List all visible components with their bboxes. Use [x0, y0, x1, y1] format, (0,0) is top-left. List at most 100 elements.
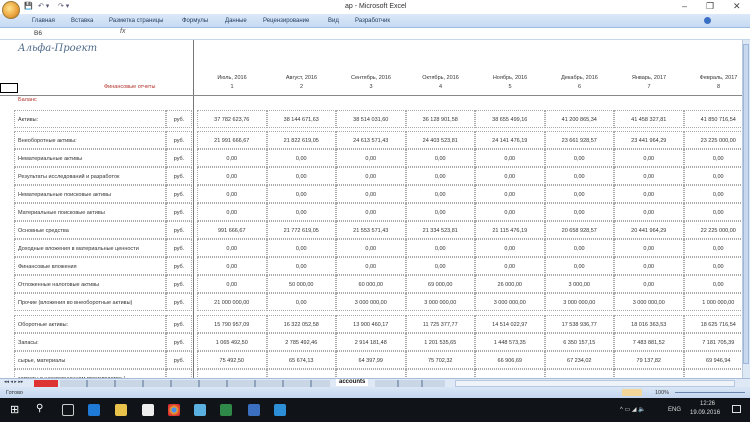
value-cell[interactable]: 0,00: [266, 239, 336, 257]
value-cell[interactable]: 38 514 031,60: [336, 110, 406, 128]
value-cell[interactable]: 0,00: [475, 257, 545, 275]
value-cell[interactable]: 0,00: [475, 167, 545, 185]
value-cell[interactable]: 2 785 492,46: [266, 333, 336, 351]
store-icon[interactable]: [142, 404, 154, 416]
row-label[interactable]: Отложенные налоговые активы: [14, 275, 166, 293]
value-cell[interactable]: 23 225 000,00: [683, 131, 742, 149]
save-icon[interactable]: 💾: [24, 2, 33, 10]
row-unit[interactable]: руб.: [166, 131, 192, 149]
excel-icon[interactable]: [220, 404, 232, 416]
formula-input[interactable]: [135, 29, 735, 39]
value-cell[interactable]: 24 141 476,19: [475, 131, 545, 149]
value-cell[interactable]: [197, 369, 267, 378]
row-label[interactable]: Внеоборотные активы:: [14, 131, 166, 149]
row-unit[interactable]: руб.: [166, 275, 192, 293]
tab-home[interactable]: Главная: [32, 18, 55, 24]
value-cell[interactable]: 3 000,00: [544, 275, 614, 293]
close-button[interactable]: ✕: [733, 1, 741, 12]
value-cell[interactable]: 1 065 492,50: [197, 333, 267, 351]
restore-button[interactable]: ❐: [706, 1, 714, 12]
value-cell[interactable]: 1 000 000,00: [683, 293, 742, 311]
row-unit[interactable]: руб.: [166, 333, 192, 351]
value-cell[interactable]: 3 000 000,00: [475, 293, 545, 311]
value-cell[interactable]: 20 658 928,57: [544, 221, 614, 239]
value-cell[interactable]: 41 458 327,81: [614, 110, 684, 128]
value-cell[interactable]: 0,00: [614, 203, 684, 221]
value-cell[interactable]: 21 553 571,43: [336, 221, 406, 239]
tab-data[interactable]: Данные: [225, 18, 247, 24]
value-cell[interactable]: 0,00: [336, 203, 406, 221]
value-cell[interactable]: 21 991 666,67: [197, 131, 267, 149]
zoom-slider[interactable]: [675, 392, 745, 393]
redo-icon[interactable]: ↷ ▾: [58, 2, 69, 10]
row-unit[interactable]: руб.: [166, 293, 192, 311]
clock-date[interactable]: 19.09.2016: [690, 410, 720, 416]
row-label[interactable]: Прочие (вложения во внеоборотные активы): [14, 293, 166, 311]
value-cell[interactable]: 15 790 957,09: [197, 315, 267, 333]
value-cell[interactable]: 3 000 000,00: [336, 293, 406, 311]
value-cell[interactable]: 0,00: [683, 239, 742, 257]
value-cell[interactable]: 75 702,32: [405, 351, 475, 369]
value-cell[interactable]: 37 782 623,76: [197, 110, 267, 128]
zoom-level[interactable]: 100%: [655, 390, 669, 396]
value-cell[interactable]: 0,00: [475, 239, 545, 257]
value-cell[interactable]: 64 397,99: [336, 351, 406, 369]
value-cell[interactable]: 0,00: [683, 167, 742, 185]
tab-review[interactable]: Рецензирование: [263, 18, 309, 24]
value-cell[interactable]: 0,00: [405, 257, 475, 275]
value-cell[interactable]: [614, 369, 684, 378]
chrome-icon[interactable]: [168, 404, 180, 416]
value-cell[interactable]: 23 441 964,29: [614, 131, 684, 149]
value-cell[interactable]: 0,00: [614, 149, 684, 167]
value-cell[interactable]: 26 000,00: [475, 275, 545, 293]
value-cell[interactable]: 7 181 705,39: [683, 333, 742, 351]
value-cell[interactable]: 38 144 671,63: [266, 110, 336, 128]
value-cell[interactable]: 3 000 000,00: [614, 293, 684, 311]
value-cell[interactable]: 0,00: [544, 257, 614, 275]
row-label[interactable]: Оборотные активы:: [14, 315, 166, 333]
row-label[interactable]: Нематериальные поисковые активы: [14, 185, 166, 203]
row-unit[interactable]: [166, 369, 192, 378]
selected-cell[interactable]: [0, 83, 18, 93]
value-cell[interactable]: 24 613 571,43: [336, 131, 406, 149]
edge-icon[interactable]: [88, 404, 100, 416]
value-cell[interactable]: 1 448 573,35: [475, 333, 545, 351]
scrollbar-thumb[interactable]: [743, 44, 749, 364]
value-cell[interactable]: 21 334 523,81: [405, 221, 475, 239]
value-cell[interactable]: 0,00: [336, 149, 406, 167]
value-cell[interactable]: 18 016 363,53: [614, 315, 684, 333]
value-cell[interactable]: 0,00: [197, 257, 267, 275]
value-cell[interactable]: 0,00: [197, 203, 267, 221]
value-cell[interactable]: 17 538 936,77: [544, 315, 614, 333]
language-indicator[interactable]: ENG: [668, 407, 681, 413]
row-unit[interactable]: руб.: [166, 203, 192, 221]
row-label[interactable]: сырье, материалы: [14, 351, 166, 369]
tab-nav-arrows-icon[interactable]: ◂◂ ◂ ▸ ▸▸: [4, 379, 23, 385]
row-label[interactable]: Материальные поисковые активы: [14, 203, 166, 221]
value-cell[interactable]: 0,00: [197, 167, 267, 185]
value-cell[interactable]: 0,00: [475, 185, 545, 203]
value-cell[interactable]: 18 625 716,54: [683, 315, 742, 333]
sheet-tab[interactable]: [34, 380, 58, 387]
value-cell[interactable]: [683, 369, 742, 378]
value-cell[interactable]: [336, 369, 406, 378]
value-cell[interactable]: 0,00: [683, 149, 742, 167]
value-cell[interactable]: 0,00: [614, 185, 684, 203]
value-cell[interactable]: 1 201 535,65: [405, 333, 475, 351]
value-cell[interactable]: 65 674,13: [266, 351, 336, 369]
row-label[interactable]: Запасы:: [14, 333, 166, 351]
undo-icon[interactable]: ↶ ▾: [38, 2, 49, 10]
windows-start-icon[interactable]: ⊞: [10, 403, 19, 416]
value-cell[interactable]: 0,00: [266, 203, 336, 221]
value-cell[interactable]: 991 666,67: [197, 221, 267, 239]
value-cell[interactable]: [405, 369, 475, 378]
value-cell[interactable]: 0,00: [405, 185, 475, 203]
value-cell[interactable]: 41 200 865,34: [544, 110, 614, 128]
row-unit[interactable]: руб.: [166, 351, 192, 369]
value-cell[interactable]: 0,00: [405, 167, 475, 185]
value-cell[interactable]: 0,00: [544, 239, 614, 257]
row-unit[interactable]: руб.: [166, 257, 192, 275]
value-cell[interactable]: 0,00: [614, 275, 684, 293]
value-cell[interactable]: 50 000,00: [266, 275, 336, 293]
value-cell[interactable]: [475, 369, 545, 378]
